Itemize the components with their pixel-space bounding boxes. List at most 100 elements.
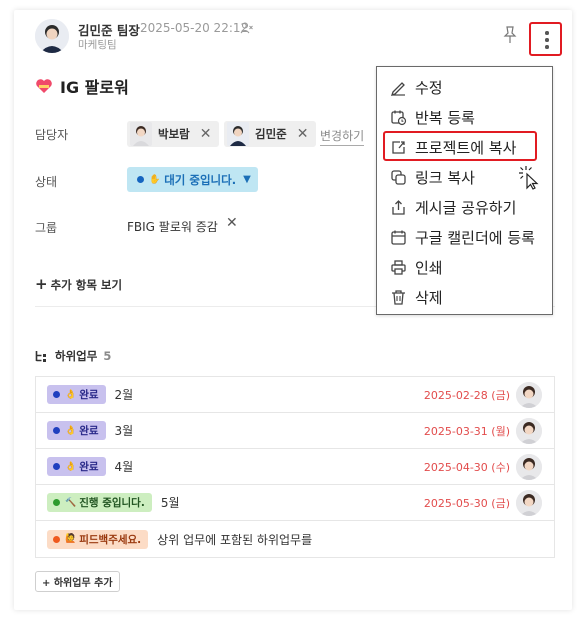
assignee-chip: 김민준 ✕ (224, 121, 317, 147)
status-dot-icon (53, 535, 60, 543)
show-more-fields-button[interactable]: + 추가 항목 보기 (35, 275, 122, 293)
highlight-box (383, 131, 537, 161)
remove-assignee-icon[interactable]: ✕ (200, 126, 212, 142)
subtask-count: 5 (103, 349, 112, 363)
subtask-header: 하위업무 5 (35, 348, 111, 364)
subtask-title: 5월 (160, 496, 180, 510)
subtask-row[interactable]: 🙋 피드백주세요. 상위 업무에 포함된 하위업무를 (36, 521, 554, 557)
subtask-status: 완료 (79, 389, 99, 401)
plus-icon: + (35, 275, 48, 293)
group-value: FBIG 팔로워 증감 (127, 220, 218, 234)
menu-item-label: 삭제 (415, 288, 443, 307)
subtask-table: 👌 완료 2월 2025-02-28 (금) 👌 완료 3월 2025-03-31 … (35, 376, 555, 558)
menu-item-label: 수정 (415, 78, 443, 97)
assignee-chip: 박보람 ✕ (127, 121, 220, 147)
subtask-due: 2025-03-31 (월) (423, 424, 510, 438)
more-dot-icon (545, 31, 549, 35)
assignee-label: 담당자 (35, 128, 69, 142)
subtask-tree-icon (35, 351, 46, 362)
more-dot-icon (545, 38, 549, 42)
group-label: 그룹 (35, 221, 58, 235)
menu-item-delete[interactable]: 삭제 (377, 282, 552, 312)
task-title-row: IG 팔로워 (35, 74, 129, 98)
menu-item-label: 인쇄 (415, 258, 443, 277)
subtask-status: 완료 (79, 425, 99, 437)
heart-icon (36, 79, 52, 93)
subtask-status: 피드백주세요. (79, 533, 142, 546)
subtask-title: 4월 (114, 460, 134, 474)
author-avatar[interactable] (35, 19, 69, 53)
subtask-title: 3월 (114, 424, 134, 438)
pencil-icon (390, 81, 405, 96)
assignee-name: 박보람 (158, 127, 190, 141)
status-dropdown[interactable]: ✋ 대기 중입니다. ▼ (127, 167, 258, 192)
subtask-row[interactable]: 🔨 진행 중입니다. 5월 2025-05-30 (금) (36, 485, 554, 521)
menu-item-label: 게시글 공유하기 (415, 198, 517, 217)
subtask-status-badge[interactable]: 🔨 진행 중입니다. (47, 493, 152, 512)
subtask-assignee-avatar (516, 382, 542, 408)
done-hand-icon: 👌 (65, 461, 77, 472)
mouse-cursor-icon (519, 166, 539, 190)
pin-icon[interactable] (501, 25, 519, 45)
subtask-status: 진행 중입니다. (79, 497, 145, 509)
menu-item-label: 반복 등록 (415, 108, 475, 127)
status-dot-icon (53, 499, 60, 506)
status-dot-icon (53, 463, 60, 470)
subtask-due: 2025-04-30 (수) (423, 460, 510, 474)
menu-item-share[interactable]: 게시글 공유하기 (377, 192, 552, 222)
change-assignee-link[interactable]: 변경하기 (320, 127, 365, 146)
done-hand-icon: 👌 (65, 425, 77, 436)
calendar-icon (391, 230, 406, 245)
remove-assignee-icon[interactable]: ✕ (297, 126, 309, 142)
subtask-status-badge[interactable]: 👌 완료 (47, 457, 106, 476)
subtask-assignee-avatar (516, 454, 542, 480)
add-subtask-button[interactable]: + 하위업무 추가 (35, 571, 120, 592)
subtask-row[interactable]: 👌 완료 3월 2025-03-31 (월) (36, 413, 554, 449)
status-dot-icon (53, 391, 60, 398)
subtask-assignee-avatar (516, 418, 542, 444)
person-icon: 🙋 (65, 534, 77, 544)
chevron-down-icon: ▼ (243, 174, 251, 185)
more-options-button[interactable] (529, 22, 562, 56)
link-copy-icon (391, 169, 406, 185)
done-hand-icon: 👌 (65, 389, 77, 400)
people-icon (240, 22, 253, 34)
menu-item-edit[interactable]: 수정 (377, 72, 552, 102)
post-date: 2025-05-20 22:12 (140, 21, 249, 35)
show-more-fields-label: 추가 항목 보기 (50, 278, 123, 292)
status-value: 대기 중입니다. (164, 172, 237, 187)
subtask-assignee-avatar (516, 490, 542, 516)
remove-group-icon[interactable]: ✕ (226, 215, 238, 231)
menu-item-google-calendar[interactable]: 구글 캘린더에 등록 (377, 222, 552, 252)
menu-item-print[interactable]: 인쇄 (377, 252, 552, 282)
author-team: 마케팅팀 (78, 39, 117, 51)
subtask-due: 2025-05-30 (금) (423, 496, 510, 510)
more-dot-icon (545, 45, 549, 49)
subtask-title: 2월 (114, 388, 134, 402)
assignee-avatar (130, 122, 152, 146)
subtask-status-badge[interactable]: 👌 완료 (47, 385, 106, 404)
task-title: IG 팔로워 (60, 78, 129, 97)
status-label: 상태 (35, 175, 58, 189)
subtask-title: 하위업무 (55, 349, 98, 363)
status-dot-icon (137, 176, 144, 183)
hammer-icon: 🔨 (65, 497, 77, 508)
assignee-avatar (227, 122, 249, 146)
menu-item-repeat[interactable]: 반복 등록 (377, 102, 552, 132)
assignee-name: 김민준 (255, 127, 287, 141)
subtask-row[interactable]: 👌 완료 2월 2025-02-28 (금) (36, 377, 554, 413)
subtask-title: 상위 업무에 포함된 하위업무를 (157, 532, 313, 547)
status-dot-icon (53, 427, 60, 434)
repeat-calendar-icon (391, 110, 407, 125)
menu-item-label: 링크 복사 (415, 168, 475, 187)
subtask-row[interactable]: 👌 완료 4월 2025-04-30 (수) (36, 449, 554, 485)
share-icon (392, 199, 405, 215)
more-options-menu: 수정 반복 등록 프로젝트에 복사 링크 복사 게시글 공유하기 구글 캘린더에… (376, 66, 553, 315)
menu-item-label: 구글 캘린더에 등록 (415, 228, 535, 247)
subtask-status-badge[interactable]: 👌 완료 (47, 421, 106, 440)
subtask-due: 2025-02-28 (금) (423, 388, 510, 402)
subtask-status-badge[interactable]: 🙋 피드백주세요. (47, 529, 149, 549)
hand-icon: ✋ (149, 174, 161, 185)
print-icon (391, 259, 406, 275)
subtask-status: 완료 (79, 461, 99, 473)
